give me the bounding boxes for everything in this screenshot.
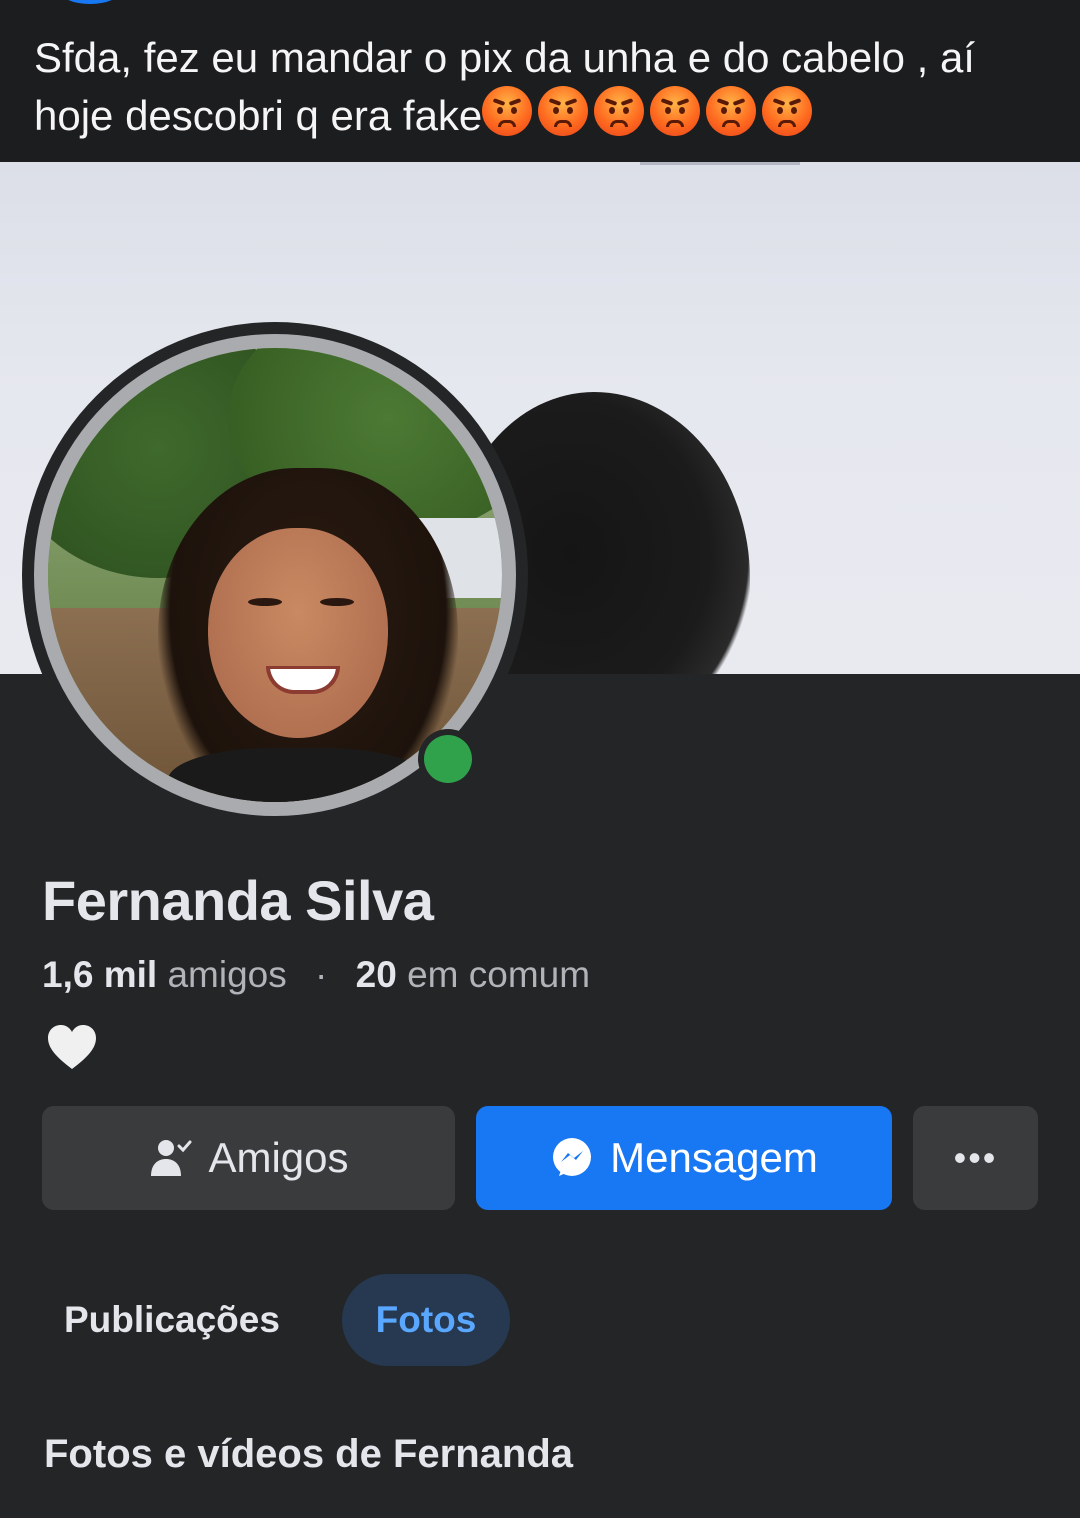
mutual-label: em comum <box>407 954 591 995</box>
profile-name: Fernanda Silva <box>42 869 434 932</box>
mutual-count: 20 <box>355 954 397 995</box>
messenger-icon <box>553 1138 592 1176</box>
blue-blob <box>60 0 120 4</box>
white-heart-icon <box>48 1025 96 1069</box>
angry-face-icon <box>650 86 701 136</box>
message-button[interactable]: Mensagem <box>476 1106 892 1210</box>
avatar-shirt <box>168 748 428 802</box>
angry-emojis <box>482 86 813 136</box>
angry-face-icon <box>482 86 533 136</box>
avatar-face <box>208 528 388 738</box>
message-button-label: Mensagem <box>610 1134 818 1181</box>
angry-face-icon <box>762 86 813 136</box>
friends-button[interactable]: Amigos <box>42 1106 455 1210</box>
angry-face-icon <box>538 86 589 136</box>
friends-label: amigos <box>167 954 287 995</box>
friends-count: 1,6 mil <box>42 954 158 995</box>
angry-face-icon <box>594 86 645 136</box>
tab-posts[interactable]: Publicações <box>32 1274 312 1366</box>
friend-check-icon <box>151 1140 192 1176</box>
angry-face-icon <box>706 86 757 136</box>
cover-photo-detail <box>640 162 800 165</box>
separator-dot: · <box>315 954 328 995</box>
screenshot: Sfda, fez eu mandar o pix da unha e do c… <box>0 0 1080 1518</box>
tab-photos[interactable]: Fotos <box>342 1274 510 1366</box>
friends-button-label: Amigos <box>208 1134 349 1181</box>
friend-stats[interactable]: 1,6 mil amigos · 20 em comum <box>42 954 590 996</box>
avatar-eye <box>320 598 354 606</box>
section-title: Fotos e vídeos de Fernanda <box>44 1432 574 1476</box>
online-status-icon <box>424 735 472 783</box>
more-options-button[interactable]: ••• <box>913 1106 1038 1210</box>
avatar-eye <box>248 598 282 606</box>
more-icon: ••• <box>953 1137 998 1178</box>
post-caption: Sfda, fez eu mandar o pix da unha e do c… <box>0 0 1080 162</box>
caption-text: Sfda, fez eu mandar o pix da unha e do c… <box>34 30 1044 144</box>
